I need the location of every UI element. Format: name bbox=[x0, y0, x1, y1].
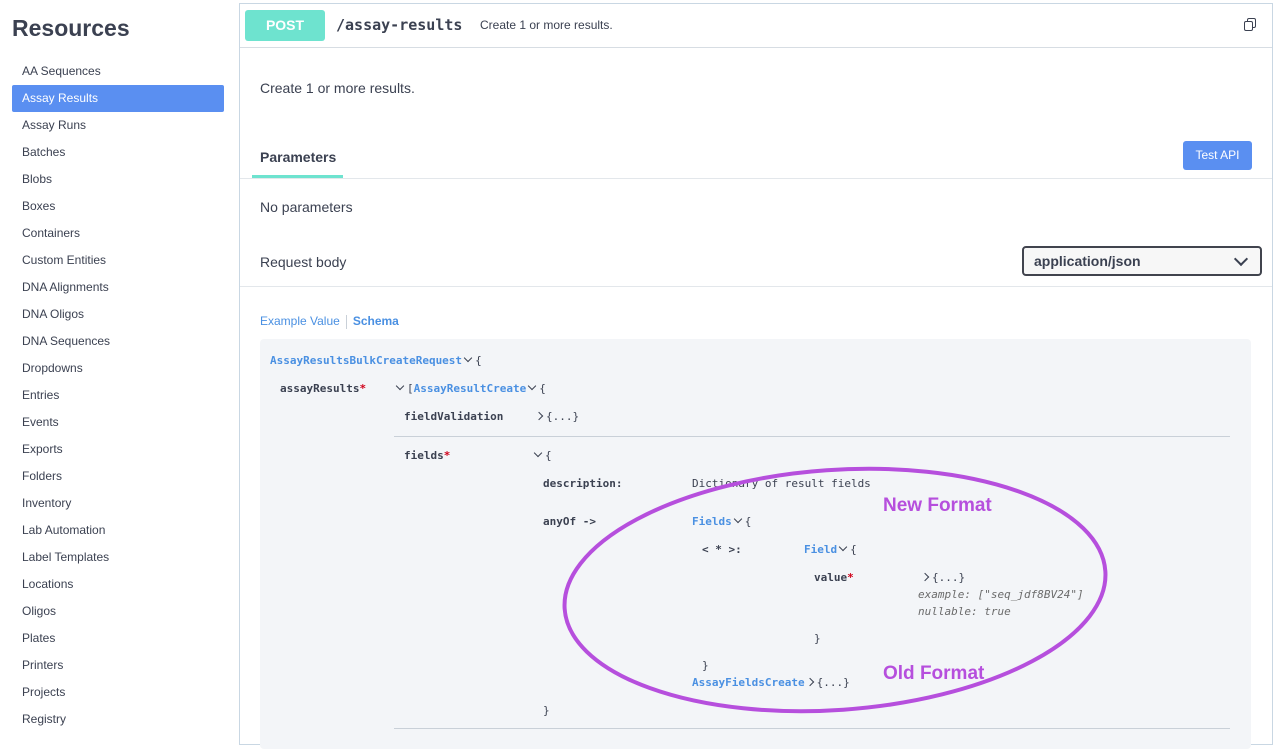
annotation-old-format: Old Format bbox=[883, 663, 985, 684]
annotation-ellipse bbox=[562, 466, 1108, 714]
annotation-overlay bbox=[562, 466, 1108, 714]
annotation-new-format: New Format bbox=[883, 495, 992, 516]
